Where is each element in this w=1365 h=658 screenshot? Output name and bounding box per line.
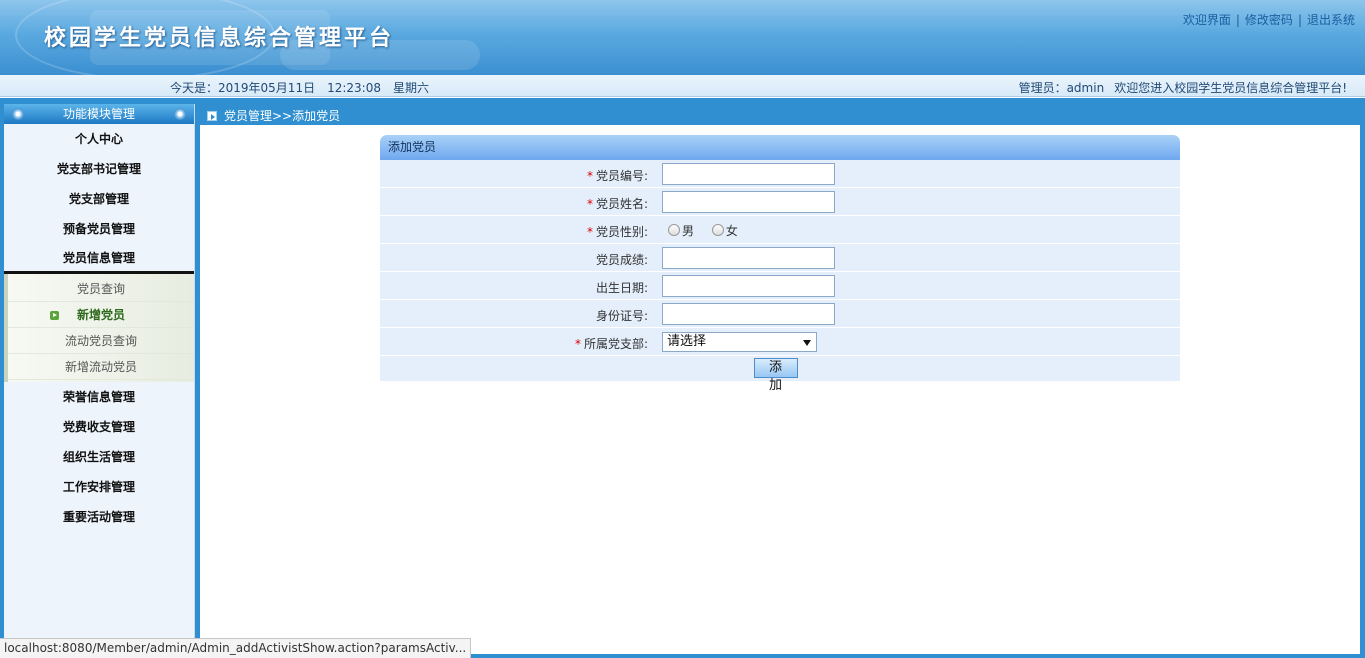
breadcrumb: 党员管理>>添加党员	[224, 109, 341, 123]
submenu-item-add-member[interactable]: 新增党员	[8, 302, 194, 328]
add-button[interactable]: 添 加	[754, 358, 798, 393]
required-mark: *	[586, 225, 593, 239]
browser-status-bar: localhost:8080/Member/admin/Admin_addAct…	[0, 638, 472, 658]
dropdown-arrow-icon	[803, 340, 811, 346]
form-row-gender: * 党员性别: 男 女	[380, 216, 1180, 244]
admin-display: 管理员：admin 欢迎您进入校园学生党员信息综合管理平台!	[1009, 79, 1347, 96]
menu-item-member-info-management[interactable]: 党员信息管理	[4, 244, 194, 274]
site-title: 校园学生党员信息综合管理平台	[44, 25, 395, 51]
member-no-label-text: 党员编号:	[595, 169, 648, 183]
form-row-branch: * 所属党支部: 请选择	[380, 328, 1180, 356]
gender-label: * 党员性别:	[587, 223, 648, 240]
form-row-submit: 添 加	[380, 356, 1180, 393]
menu-item-important-activity-management[interactable]: 重要活动管理	[4, 502, 194, 532]
form-title: 添加党员	[380, 135, 1180, 160]
form-row-birth: 出生日期:	[380, 272, 1180, 300]
menu-item-work-schedule-management[interactable]: 工作安排管理	[4, 472, 194, 502]
menu-item-honor-management[interactable]: 荣誉信息管理	[4, 382, 194, 412]
menu-item-secretary-management[interactable]: 党支部书记管理	[4, 154, 194, 184]
gender-male-radio[interactable]	[668, 224, 680, 236]
menu-item-probationary-member-management[interactable]: 预备党员管理	[4, 214, 194, 244]
name-input[interactable]	[662, 191, 835, 213]
submenu-item-label: 新增党员	[76, 308, 125, 322]
branch-label-text: 所属党支部:	[583, 337, 648, 351]
arrow-right-icon	[50, 311, 59, 320]
id-number-label: 身份证号:	[595, 309, 648, 323]
sidebar: 功能模块管理 个人中心 党支部书记管理 党支部管理 预备党员管理 党员信息管理 …	[4, 104, 195, 658]
menu-item-branch-management[interactable]: 党支部管理	[4, 184, 194, 214]
bullet-icon	[174, 108, 186, 120]
name-label-text: 党员姓名:	[595, 197, 648, 211]
content-area: 添加党员 * 党员编号: * 党员姓名: * 党员性别: 男 女 党员成绩: 出…	[200, 125, 1360, 654]
form-row-id-no: 身份证号:	[380, 300, 1180, 328]
submenu: 党员查询 新增党员 流动党员查询 新增流动党员	[4, 274, 194, 382]
main-frame: 功能模块管理 个人中心 党支部书记管理 党支部管理 预备党员管理 党员信息管理 …	[0, 98, 1365, 658]
birth-date-input[interactable]	[662, 275, 835, 297]
name-label: * 党员姓名:	[587, 195, 648, 212]
submenu-item-add-mobile-member[interactable]: 新增流动党员	[8, 354, 194, 380]
menu-item-personal-center[interactable]: 个人中心	[4, 124, 194, 154]
admin-label: 管理员：admin	[1018, 81, 1105, 95]
form-row-name: * 党员姓名:	[380, 188, 1180, 216]
breadcrumb-arrow-icon	[207, 111, 217, 121]
score-label: 党员成绩:	[595, 253, 648, 267]
date-display: 今天是：2019年05月11日 12:23:08 星期六	[170, 79, 441, 96]
welcome-label: 欢迎您进入校园学生党员信息综合管理平台!	[1114, 81, 1347, 95]
required-mark: *	[586, 169, 593, 183]
birth-date-label: 出生日期:	[595, 281, 648, 295]
gender-label-text: 党员性别:	[595, 225, 648, 239]
breadcrumb-bar: 党员管理>>添加党员	[200, 104, 1360, 124]
bullet-icon	[12, 108, 24, 120]
add-member-form: 添加党员 * 党员编号: * 党员姓名: * 党员性别: 男 女 党员成绩: 出…	[380, 135, 1180, 393]
menu-item-organization-life-management[interactable]: 组织生活管理	[4, 442, 194, 472]
member-no-input[interactable]	[662, 163, 835, 185]
top-links: 欢迎界面 | 修改密码 | 退出系统	[1182, 13, 1355, 27]
weekday-label: 星期六	[393, 81, 430, 95]
branch-label: * 所属党支部:	[575, 335, 648, 352]
date-label: 今天是：2019年05月11日	[170, 81, 316, 95]
sidebar-title: 功能模块管理	[62, 107, 135, 121]
gender-radio-group: 男 女	[668, 222, 752, 239]
form-row-score: 党员成绩:	[380, 244, 1180, 272]
member-no-label: * 党员编号:	[587, 167, 648, 184]
change-password-link[interactable]: 修改密码	[1245, 13, 1293, 27]
gender-female-radio[interactable]	[711, 224, 724, 236]
info-bar: 今天是：2019年05月11日 12:23:08 星期六 管理员：admin 欢迎您进…	[0, 75, 1365, 97]
required-mark: *	[574, 337, 581, 351]
score-input[interactable]	[662, 247, 835, 269]
menu-item-dues-management[interactable]: 党费收支管理	[4, 412, 194, 442]
required-mark: *	[586, 197, 593, 211]
sidebar-header: 功能模块管理	[4, 104, 194, 124]
gender-female-label: 女	[725, 224, 738, 238]
branch-select-value: 请选择	[667, 334, 707, 349]
logout-link[interactable]: 退出系统	[1307, 13, 1355, 27]
time-label: 12:23:08	[327, 81, 381, 95]
welcome-link[interactable]: 欢迎界面	[1183, 13, 1231, 27]
gender-male-label: 男	[682, 224, 695, 238]
branch-select[interactable]: 请选择	[662, 332, 817, 352]
submenu-item-mobile-member-query[interactable]: 流动党员查询	[8, 328, 194, 354]
id-number-input[interactable]	[662, 303, 835, 325]
header: 校园学生党员信息综合管理平台 欢迎界面 | 修改密码 | 退出系统	[0, 0, 1365, 75]
form-row-member-no: * 党员编号:	[380, 160, 1180, 188]
submenu-item-member-query[interactable]: 党员查询	[8, 276, 194, 302]
